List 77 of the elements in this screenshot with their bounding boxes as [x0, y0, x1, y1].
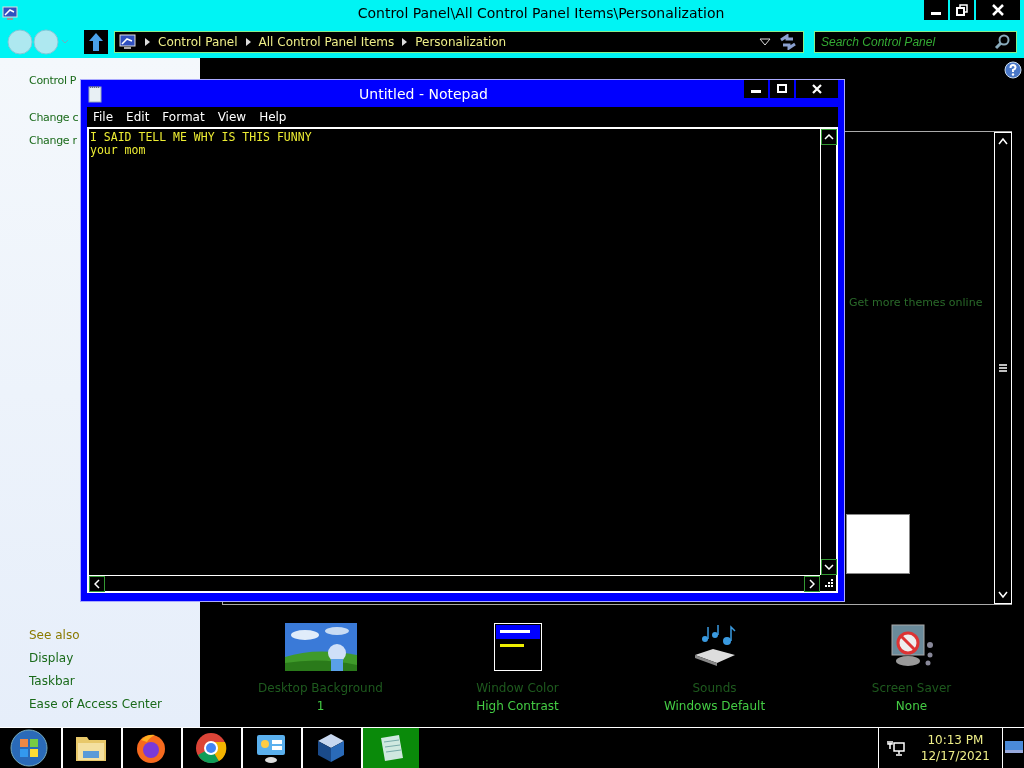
monitor-icon: [119, 33, 137, 50]
help-icon[interactable]: [1004, 61, 1022, 79]
chevron-down-icon: [824, 564, 834, 570]
text-line: your mom: [90, 144, 147, 157]
menu-item[interactable]: Edit: [126, 110, 150, 124]
resize-grip-icon[interactable]: [823, 578, 833, 588]
chevron-left-icon: [94, 579, 100, 589]
close-button[interactable]: [976, 0, 1020, 20]
chrome-icon: [195, 732, 227, 764]
menu-item[interactable]: File: [93, 110, 114, 124]
close-icon: [812, 84, 822, 94]
search-field[interactable]: Search Control Panel: [815, 33, 994, 50]
text-line: I SAID TELL ME WHY IS THIS FUNNY: [90, 131, 313, 144]
scroll-left-button[interactable]: [89, 576, 105, 592]
breadcrumb[interactable]: All Control Panel Items: [258, 34, 395, 49]
clock-time[interactable]: 10:13 PM: [927, 732, 984, 748]
notepad-icon: [87, 84, 103, 103]
close-icon: [992, 4, 1004, 16]
sidebar-link[interactable]: Change r: [29, 132, 77, 149]
scroll-right-button[interactable]: [804, 576, 820, 592]
window-title: Untitled - Notepad: [358, 85, 489, 102]
breadcrumb[interactable]: Personalization: [415, 34, 507, 49]
control-panel-icon: [255, 732, 287, 764]
setting-value[interactable]: None: [895, 699, 928, 713]
minimize-button[interactable]: [924, 0, 948, 20]
cube-icon: [315, 732, 347, 764]
up-arrow-icon: [88, 31, 104, 52]
network-icon[interactable]: [886, 739, 905, 757]
scroll-grip-icon[interactable]: [999, 364, 1007, 372]
chevron-up-icon: [824, 134, 834, 140]
restore-button[interactable]: [950, 0, 974, 20]
breadcrumb[interactable]: Control Panel: [158, 34, 238, 49]
start-orb-icon[interactable]: [9, 728, 49, 768]
setting-value[interactable]: High Contrast: [476, 699, 559, 713]
show-desktop-button[interactable]: [1002, 728, 1024, 768]
maximize-button[interactable]: [770, 80, 794, 98]
menu-item[interactable]: View: [217, 110, 247, 124]
desktop-icon: [1004, 741, 1023, 755]
window-title: Control Panel\All Control Panel Items\Personalization: [356, 4, 726, 21]
setting-value[interactable]: 1: [316, 699, 325, 713]
scrollbar[interactable]: [820, 129, 836, 575]
search-icon: [994, 33, 1010, 50]
address-bar[interactable]: Control Panel All Control Panel Items Personalization: [114, 30, 804, 53]
setting-value[interactable]: Windows Default: [663, 699, 766, 713]
dropdown-icon[interactable]: [759, 37, 771, 46]
scrollbar[interactable]: [994, 132, 1012, 604]
clock-date[interactable]: 12/17/2021: [920, 748, 990, 764]
sidebar-link[interactable]: Ease of Access Center: [29, 696, 163, 713]
scroll-down-icon[interactable]: [997, 591, 1009, 599]
search-bar[interactable]: Search Control Panel: [814, 30, 1017, 53]
sidebar-link[interactable]: Taskbar: [29, 673, 75, 690]
see-also-heading: See also: [29, 627, 80, 644]
maximize-icon: [777, 84, 787, 94]
monitor-icon: [2, 4, 18, 21]
sidebar-link[interactable]: Display: [29, 650, 74, 667]
scroll-down-button[interactable]: [821, 559, 837, 575]
window-color-icon[interactable]: [493, 623, 542, 671]
fox-globe-icon: [135, 732, 167, 764]
up-button[interactable]: [84, 29, 108, 54]
text-editor[interactable]: I SAID TELL ME WHY IS THIS FUNNY your mom: [87, 127, 838, 593]
menu-item[interactable]: Format: [162, 110, 205, 124]
scroll-up-button[interactable]: [821, 129, 837, 145]
menu-item[interactable]: Help: [259, 110, 287, 124]
minimize-icon: [931, 11, 941, 15]
chevron-icon: [402, 37, 408, 46]
minimize-button[interactable]: [744, 80, 768, 98]
chevron-right-icon: [809, 579, 815, 589]
scroll-up-icon[interactable]: [997, 137, 1009, 145]
sidebar-link[interactable]: Control P: [29, 72, 77, 89]
scrollbar[interactable]: [89, 575, 820, 591]
refresh-icon[interactable]: [779, 33, 797, 50]
close-button[interactable]: [796, 80, 838, 98]
sidebar-link[interactable]: Change c: [29, 109, 79, 126]
chevron-icon: [145, 37, 150, 46]
theme-thumbnail[interactable]: [846, 514, 910, 574]
restore-icon: [956, 4, 968, 16]
chevron-icon: [245, 37, 251, 46]
